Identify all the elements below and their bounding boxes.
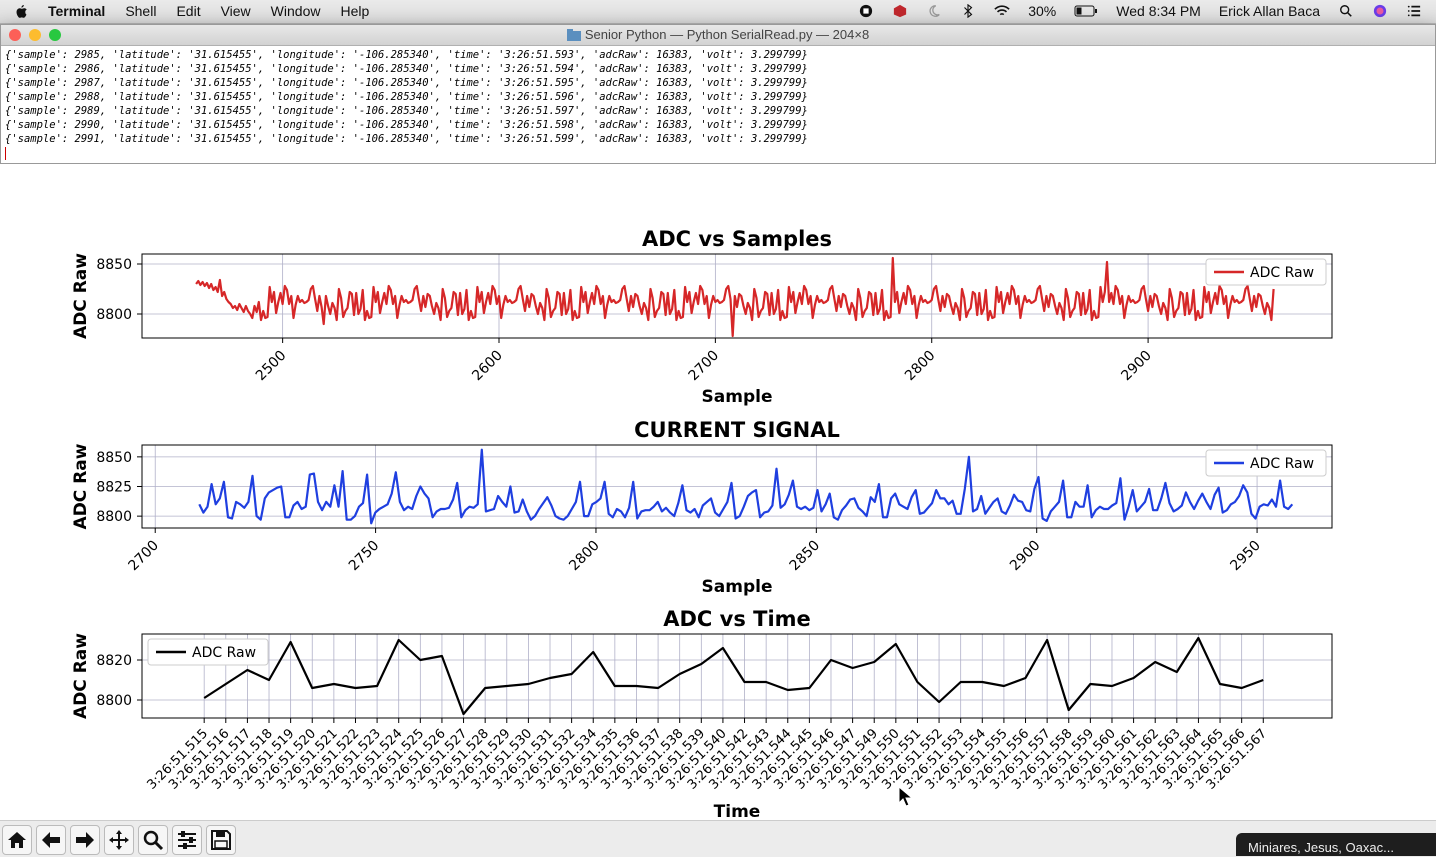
configure-subplots-button[interactable] — [172, 825, 202, 855]
terminal-output[interactable]: {'sample': 2985, 'latitude': '31.615455'… — [5, 48, 1435, 146]
x-axis-label: Sample — [702, 577, 773, 597]
arrow-right-icon — [76, 832, 94, 848]
x-tick-label: 2750 — [346, 538, 383, 575]
legend-label: ADC Raw — [1250, 456, 1314, 472]
cube-icon[interactable] — [892, 4, 908, 18]
menu-user[interactable]: Erick Allan Baca — [1219, 3, 1320, 19]
terminal-window[interactable]: Senior Python — Python SerialRead.py — 2… — [0, 24, 1436, 164]
terminal-title: Senior Python — Python SerialRead.py — 2… — [584, 27, 870, 42]
y-axis-label: ADC Raw — [71, 443, 91, 529]
terminal-line: {'sample': 2986, 'latitude': '31.615455'… — [5, 63, 808, 75]
terminal-titlebar[interactable]: Senior Python — Python SerialRead.py — 2… — [1, 25, 1435, 46]
bluetooth-icon[interactable] — [960, 4, 976, 18]
search-icon[interactable] — [1338, 4, 1354, 18]
x-tick-label: 2600 — [469, 348, 506, 385]
battery-percent: 30% — [1028, 3, 1057, 19]
zoom-rect-button[interactable] — [138, 825, 168, 855]
save-figure-button[interactable] — [206, 825, 236, 855]
x-tick-label: 2850 — [787, 538, 824, 575]
notification-banner[interactable]: Miniares, Jesus, Oaxac... — [1236, 833, 1436, 856]
siri-icon[interactable] — [1372, 4, 1388, 18]
battery-icon[interactable] — [1074, 4, 1098, 18]
y-tick-label: 8800 — [96, 693, 132, 709]
series-line — [203, 636, 1264, 716]
menu-view[interactable]: View — [221, 3, 251, 19]
chart-title: ADC vs Samples — [642, 227, 832, 251]
home-icon — [8, 832, 26, 848]
menu-window[interactable]: Window — [271, 3, 321, 19]
terminal-line: {'sample': 2989, 'latitude': '31.615455'… — [5, 105, 808, 117]
y-axis-label: ADC Raw — [71, 253, 91, 339]
x-tick-label: 2800 — [902, 348, 939, 385]
move-icon — [109, 830, 129, 850]
sliders-icon — [178, 831, 196, 849]
x-tick-label: 2700 — [126, 538, 163, 575]
minimize-button[interactable] — [29, 29, 41, 41]
menu-edit[interactable]: Edit — [176, 3, 200, 19]
menu-shell[interactable]: Shell — [125, 3, 156, 19]
charts-svg: ADC vs Samples 8800 8850 2500 2600 2700 2800 29… — [71, 227, 1333, 820]
x-tick-label: 2500 — [253, 348, 290, 385]
forward-button[interactable] — [70, 825, 100, 855]
zoom-button[interactable] — [49, 29, 61, 41]
legend-label: ADC Raw — [192, 645, 256, 661]
text-cursor — [5, 147, 6, 160]
y-tick-label: 8800 — [96, 307, 132, 323]
menu-clock[interactable]: Wed 8:34 PM — [1116, 3, 1201, 19]
x-axis-label: Sample — [702, 387, 773, 407]
y-tick-label: 8825 — [96, 480, 132, 496]
pan-button[interactable] — [104, 825, 134, 855]
terminal-line: {'sample': 2985, 'latitude': '31.615455'… — [5, 49, 808, 61]
floppy-disk-icon — [211, 830, 231, 850]
apple-icon[interactable] — [14, 4, 28, 19]
y-tick-label: 8800 — [96, 509, 132, 525]
terminal-line: {'sample': 2987, 'latitude': '31.615455'… — [5, 77, 808, 89]
figure-toolbar — [0, 820, 1436, 857]
mouse-pointer-icon — [898, 786, 914, 807]
figure-canvas[interactable]: ADC vs Samples 8800 8850 2500 2600 2700 2800 29… — [0, 164, 1436, 820]
back-button[interactable] — [36, 825, 66, 855]
x-tick-label: 2700 — [686, 348, 723, 385]
y-tick-label: 8850 — [96, 257, 132, 273]
terminal-line: {'sample': 2990, 'latitude': '31.615455'… — [5, 119, 808, 131]
magnifier-icon — [143, 830, 164, 851]
legend-label: ADC Raw — [1250, 265, 1314, 281]
home-button[interactable] — [2, 825, 32, 855]
folder-icon — [566, 29, 581, 41]
moon-icon[interactable] — [926, 4, 942, 18]
chart-title: CURRENT SIGNAL — [634, 418, 840, 442]
terminal-line: {'sample': 2991, 'latitude': '31.615455'… — [5, 133, 808, 145]
x-tick-label: 2800 — [566, 538, 603, 575]
x-axis-label: Time — [714, 802, 761, 820]
notification-center-icon[interactable] — [1406, 4, 1422, 18]
chart-title: ADC vs Time — [663, 607, 811, 631]
wifi-icon[interactable] — [994, 4, 1010, 18]
stop-record-icon[interactable] — [858, 4, 874, 18]
y-axis-label: ADC Raw — [71, 633, 91, 719]
axes-frame — [141, 633, 1333, 719]
x-tick-label: 2950 — [1227, 538, 1264, 575]
x-tick-label: 2900 — [1118, 348, 1155, 385]
terminal-line: {'sample': 2988, 'latitude': '31.615455'… — [5, 91, 808, 103]
arrow-left-icon — [42, 832, 60, 848]
y-tick-label: 8820 — [96, 653, 132, 669]
app-menu-terminal[interactable]: Terminal — [48, 3, 105, 19]
series-line — [195, 256, 1275, 338]
menu-bar: Terminal Shell Edit View Window Help 30%… — [0, 0, 1436, 24]
x-tick-label: 2900 — [1007, 538, 1044, 575]
menu-help[interactable]: Help — [340, 3, 369, 19]
y-tick-label: 8850 — [96, 450, 132, 466]
close-button[interactable] — [9, 29, 21, 41]
